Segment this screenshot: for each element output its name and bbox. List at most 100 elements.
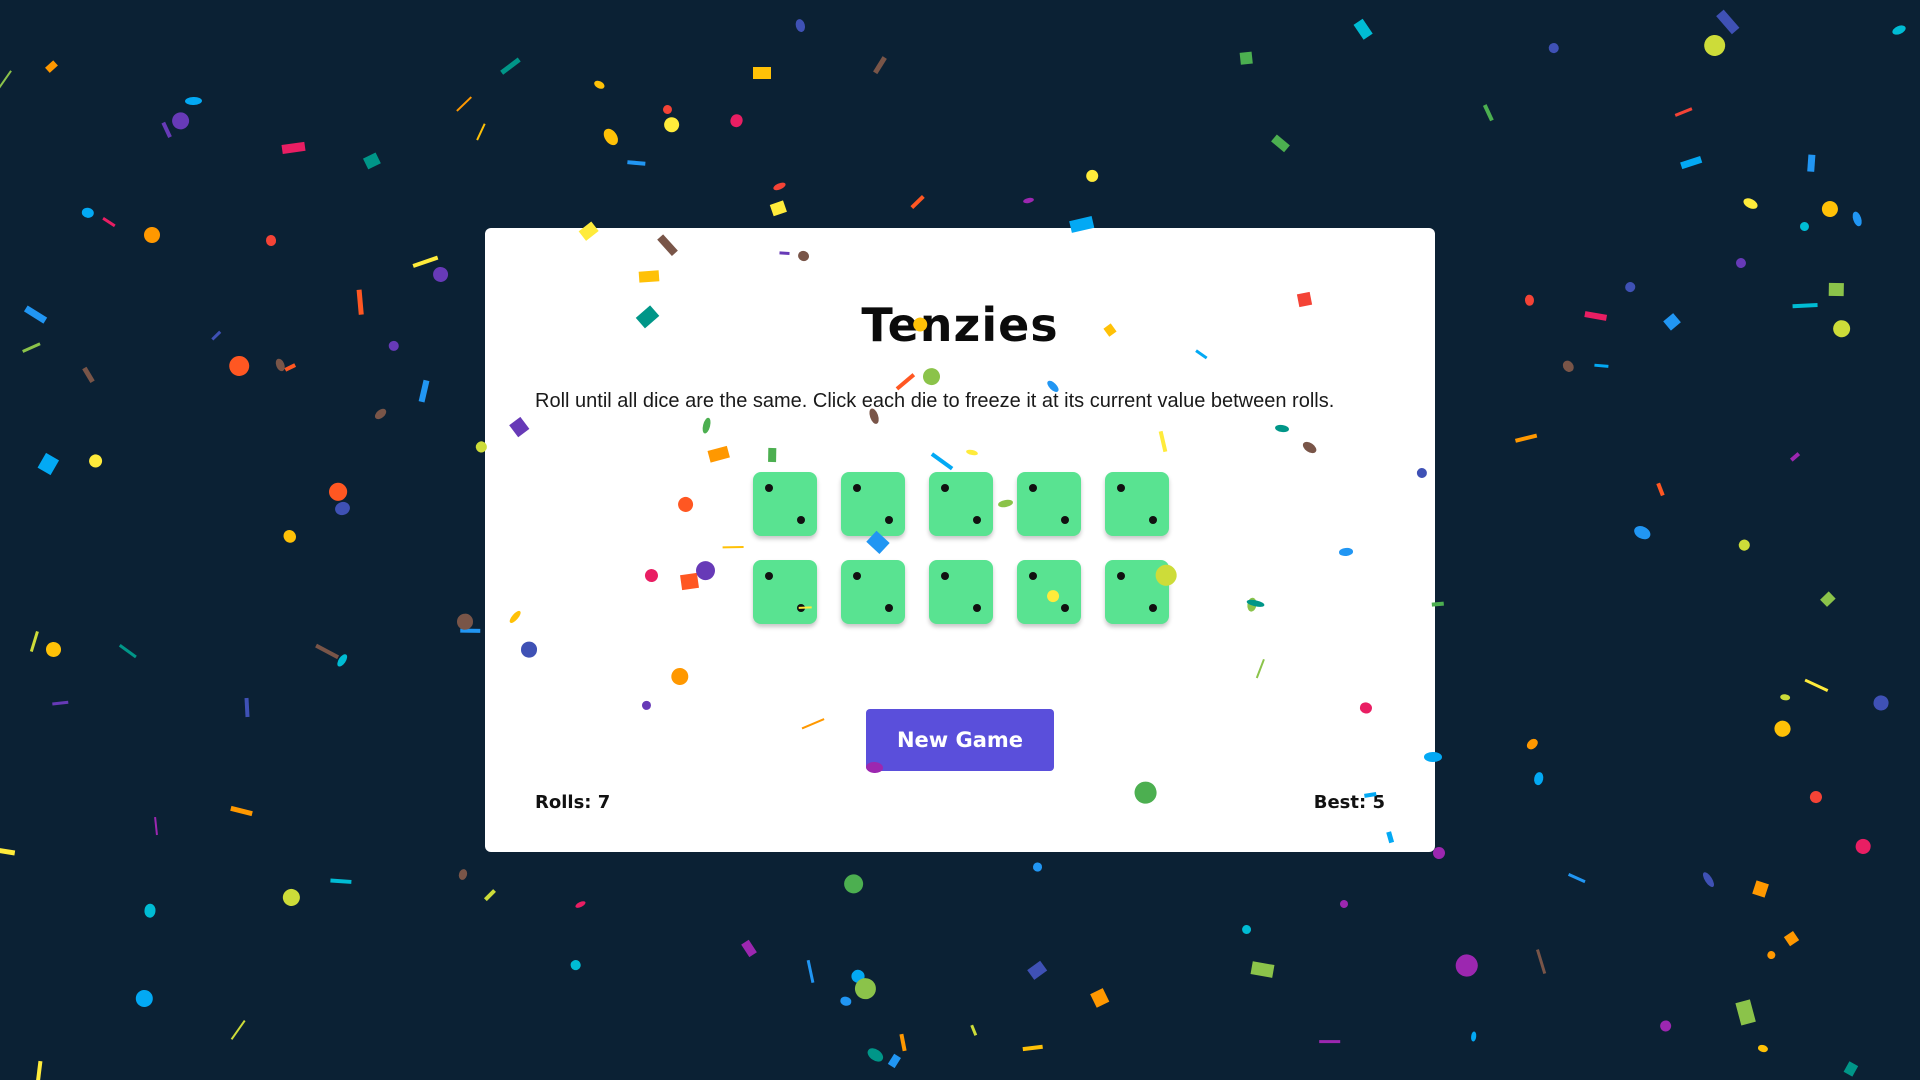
- confetti-piece: [484, 889, 496, 902]
- confetti-piece: [1584, 311, 1607, 321]
- confetti-piece: [574, 899, 587, 909]
- confetti-piece: [1792, 302, 1818, 309]
- confetti-piece: [430, 263, 452, 285]
- confetti-piece: [44, 60, 58, 74]
- confetti-piece: [457, 868, 468, 882]
- confetti-piece: [728, 112, 744, 129]
- confetti-piece: [1735, 256, 1748, 270]
- confetti-piece: [1339, 899, 1349, 909]
- die-pip: [973, 604, 981, 612]
- die-pip: [1029, 484, 1037, 492]
- confetti-piece: [184, 96, 202, 105]
- confetti-piece: [356, 289, 364, 315]
- confetti-piece: [101, 216, 116, 228]
- confetti-piece: [839, 995, 853, 1007]
- die[interactable]: [841, 472, 905, 536]
- confetti-piece: [1239, 922, 1253, 936]
- confetti-piece: [1559, 357, 1576, 375]
- confetti-piece: [225, 352, 253, 380]
- die[interactable]: [1105, 472, 1169, 536]
- confetti-piece: [412, 255, 439, 269]
- confetti-piece: [29, 631, 39, 653]
- confetti-piece: [1022, 1044, 1043, 1051]
- confetti-piece: [118, 644, 137, 659]
- confetti-piece: [887, 1053, 901, 1069]
- confetti-piece: [1789, 451, 1801, 462]
- confetti-piece: [794, 18, 807, 34]
- confetti-piece: [1470, 1031, 1477, 1042]
- confetti-piece: [387, 338, 402, 353]
- new-game-button[interactable]: New Game: [866, 709, 1054, 771]
- die[interactable]: [1105, 560, 1169, 624]
- confetti-piece: [455, 96, 472, 112]
- confetti-piece: [1737, 538, 1752, 553]
- confetti-piece: [1820, 590, 1836, 607]
- best-score: Best: 5: [1313, 792, 1385, 813]
- confetti-piece: [1807, 154, 1816, 173]
- die-pip: [797, 604, 805, 612]
- confetti-piece: [839, 869, 868, 897]
- confetti-piece: [899, 1033, 907, 1051]
- confetti-piece: [280, 885, 304, 910]
- confetti-piece: [1843, 1061, 1858, 1077]
- confetti-piece: [1032, 862, 1042, 873]
- die-pip: [853, 484, 861, 492]
- die-pip: [765, 572, 773, 580]
- die-pip: [1061, 516, 1069, 524]
- confetti-piece: [1735, 999, 1756, 1026]
- confetti-piece: [752, 66, 772, 80]
- die-pip: [885, 516, 893, 524]
- confetti-piece: [161, 122, 172, 139]
- confetti-piece: [850, 973, 881, 1004]
- confetti-piece: [1451, 950, 1482, 981]
- confetti-piece: [1779, 692, 1791, 701]
- confetti-piece: [1083, 167, 1102, 185]
- game-title: Tenzies: [861, 298, 1059, 352]
- confetti-piece: [1515, 432, 1538, 443]
- confetti-piece: [806, 960, 815, 983]
- confetti-piece: [772, 180, 787, 192]
- confetti-piece: [1799, 222, 1810, 232]
- die[interactable]: [1017, 560, 1081, 624]
- confetti-piece: [1828, 283, 1844, 297]
- die[interactable]: [753, 560, 817, 624]
- confetti-piece: [372, 406, 388, 421]
- confetti-piece: [1716, 10, 1740, 35]
- confetti-piece: [329, 878, 351, 884]
- confetti-piece: [23, 304, 48, 324]
- confetti-piece: [1536, 949, 1547, 975]
- confetti-piece: [21, 342, 41, 353]
- confetti-piece: [1623, 279, 1638, 294]
- confetti-piece: [593, 79, 607, 91]
- confetti-piece: [1854, 836, 1873, 855]
- confetti-piece: [1524, 293, 1534, 306]
- confetti-piece: [1319, 1039, 1341, 1043]
- confetti-piece: [460, 628, 480, 633]
- confetti-piece: [1663, 313, 1681, 331]
- confetti-piece: [0, 69, 13, 89]
- confetti-piece: [1808, 789, 1824, 805]
- confetti-piece: [265, 234, 277, 247]
- die-pip: [1149, 516, 1157, 524]
- confetti-piece: [601, 125, 622, 148]
- die[interactable]: [753, 472, 817, 536]
- confetti-piece: [865, 1046, 885, 1065]
- die-pip: [973, 516, 981, 524]
- game-card: Tenzies Roll until all dice are the same…: [485, 228, 1435, 852]
- die[interactable]: [929, 560, 993, 624]
- confetti-piece: [741, 940, 757, 958]
- confetti-piece: [1891, 23, 1908, 36]
- die[interactable]: [841, 560, 905, 624]
- confetti-piece: [230, 1019, 247, 1040]
- confetti-piece: [1239, 51, 1254, 66]
- die[interactable]: [1017, 472, 1081, 536]
- confetti-piece: [134, 988, 154, 1007]
- die[interactable]: [929, 472, 993, 536]
- confetti-piece: [1765, 950, 1776, 961]
- confetti-piece: [661, 104, 674, 116]
- confetti-piece: [1482, 103, 1494, 122]
- confetti-piece: [1524, 736, 1540, 752]
- confetti-piece: [1820, 199, 1840, 220]
- die-pip: [941, 572, 949, 580]
- confetti-piece: [1700, 870, 1716, 889]
